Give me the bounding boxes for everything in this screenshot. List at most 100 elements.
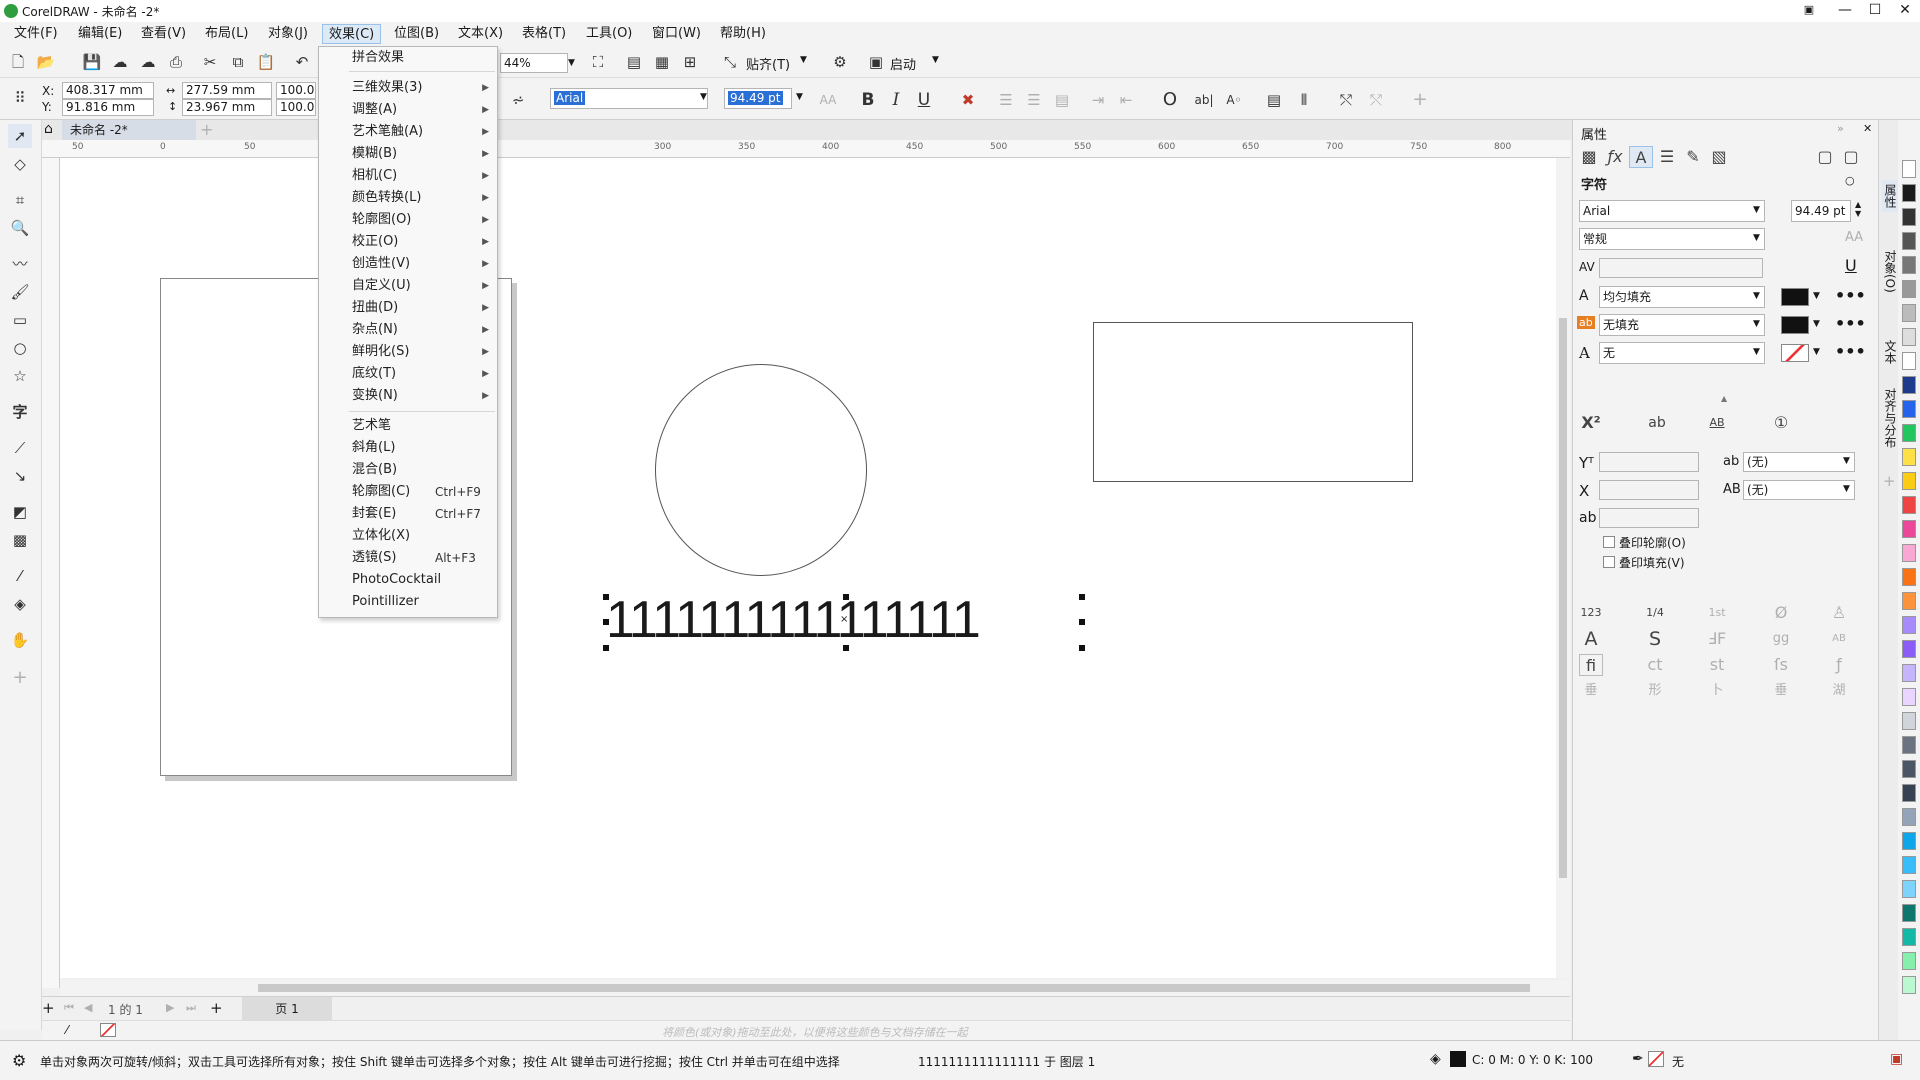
cjk-variant2-icon[interactable]: 卜 — [1705, 680, 1729, 702]
fill-color-picker[interactable] — [1781, 288, 1809, 306]
minimize-button[interactable]: — — [1830, 0, 1860, 22]
ordinals-icon[interactable]: 1st — [1705, 602, 1729, 624]
new-document-icon[interactable]: 🗋 — [6, 50, 30, 74]
last-page-icon[interactable]: ⏭ — [186, 1001, 196, 1015]
selection-handle[interactable] — [1079, 594, 1085, 600]
fill-type-field[interactable]: 均匀填充 — [1599, 286, 1765, 308]
docker-size-field[interactable]: 94.49 pt — [1791, 200, 1851, 222]
palette-swatch[interactable] — [1902, 832, 1916, 850]
menu-item-submenu[interactable]: 杂点(N) ▶ — [319, 319, 497, 341]
zoom-tool-icon[interactable]: 🔍 — [8, 216, 32, 240]
open-icon[interactable]: 📂 — [34, 50, 58, 74]
collapse-arrow-icon[interactable]: ▲ — [1721, 394, 1727, 403]
section-toggle-icon[interactable]: ○ — [1845, 174, 1855, 187]
menu-tools[interactable]: 工具(O) — [580, 24, 638, 44]
menu-item-submenu[interactable]: 自定义(U) ▶ — [319, 275, 497, 297]
small-caps-icon[interactable]: AB — [1827, 628, 1851, 650]
palette-swatch[interactable] — [1902, 280, 1916, 298]
font-scale-icon[interactable]: AA — [816, 88, 840, 112]
pattern-fill-icon[interactable]: ▩ — [1577, 146, 1601, 168]
selection-handle[interactable] — [603, 619, 609, 625]
palette-swatch[interactable] — [1902, 688, 1916, 706]
add-tool-icon[interactable]: + — [8, 666, 32, 690]
disabled-tool-icon[interactable]: ⤲ — [1364, 88, 1388, 112]
scale-y-field[interactable]: 100.0 — [276, 99, 316, 116]
stylistic-a-icon[interactable]: A — [1579, 628, 1603, 650]
overprint-outline-checkbox[interactable] — [1603, 536, 1615, 548]
menu-view[interactable]: 查看(V) — [135, 24, 192, 44]
background-fill-dropdown-icon[interactable]: ▼ — [1753, 319, 1760, 329]
strikeout-dropdown-icon[interactable]: ▼ — [1843, 456, 1850, 466]
fx-icon[interactable]: ƒx — [1603, 146, 1627, 168]
transparency-icon[interactable]: ▩ — [8, 528, 32, 552]
paste-icon[interactable]: 📋 — [254, 50, 278, 74]
swash-s-icon[interactable]: S — [1643, 628, 1667, 650]
outline-color-picker[interactable] — [1781, 344, 1809, 362]
palette-swatch[interactable] — [1902, 160, 1916, 178]
fill-color-dropdown-icon[interactable]: ▼ — [1813, 291, 1820, 301]
palette-swatch[interactable] — [1902, 208, 1916, 226]
eyedropper-icon[interactable]: ⁄ — [8, 564, 32, 588]
menu-object[interactable]: 对象(J) — [262, 24, 314, 44]
bullet-list-icon[interactable]: ☰ — [994, 88, 1018, 112]
full-screen-icon[interactable]: ⛶ — [586, 50, 610, 74]
palette-swatch[interactable] — [1902, 304, 1916, 322]
palette-swatch[interactable] — [1902, 880, 1916, 898]
menu-window[interactable]: 窗口(W) — [646, 24, 707, 44]
docker-font-field[interactable]: Arial — [1579, 200, 1765, 222]
drop-cap-icon[interactable]: ▤ — [1050, 88, 1074, 112]
palette-swatch[interactable] — [1902, 256, 1916, 274]
palette-swatch[interactable] — [1902, 736, 1916, 754]
font-style-field[interactable]: 常规 — [1579, 228, 1765, 250]
menu-item[interactable]: 封套(E) Ctrl+F7 — [319, 503, 497, 525]
lowercase-icon[interactable]: ab — [1645, 412, 1669, 434]
show-grid-icon[interactable]: ▦ — [650, 50, 674, 74]
f-italic-icon[interactable]: ƒ — [1827, 654, 1851, 676]
vertical-shift-field[interactable] — [1599, 452, 1699, 472]
palette-swatch[interactable] — [1902, 376, 1916, 394]
palette-swatch[interactable] — [1902, 520, 1916, 538]
eyedropper-small-icon[interactable]: ⁄ — [66, 1023, 68, 1037]
background-color-picker[interactable] — [1781, 316, 1809, 334]
font-list-field[interactable]: Arial — [550, 88, 708, 109]
menu-item-submenu[interactable]: 校正(O) ▶ — [319, 231, 497, 253]
selection-handle[interactable] — [603, 645, 609, 651]
image-tab-icon[interactable]: ▧ — [1707, 146, 1731, 168]
menu-text[interactable]: 文本(X) — [452, 24, 509, 44]
palette-swatch[interactable] — [1902, 352, 1916, 370]
maximize-button[interactable]: ☐ — [1860, 0, 1890, 22]
st-ligature-icon[interactable]: st — [1705, 654, 1729, 676]
outline-color-swatch[interactable] — [1648, 1051, 1664, 1067]
fill-type-dropdown-icon[interactable]: ▼ — [1753, 291, 1760, 301]
fractions-icon[interactable]: 1/4 — [1643, 602, 1667, 624]
selection-handle[interactable] — [603, 594, 609, 600]
object-origin-icon[interactable]: ⠿ — [8, 86, 32, 110]
palette-swatch[interactable] — [1902, 472, 1916, 490]
menu-item-flatten-effects[interactable]: 拼合效果 — [319, 47, 497, 69]
palette-swatch[interactable] — [1902, 664, 1916, 682]
restore-small-icon[interactable]: ▣ — [1794, 0, 1824, 22]
docker-font-dropdown-icon[interactable]: ▼ — [1753, 205, 1760, 215]
long-s-icon[interactable]: ſs — [1769, 654, 1793, 676]
clear-format-icon[interactable]: ✖ — [956, 88, 980, 112]
menu-item[interactable]: 斜角(L) — [319, 437, 497, 459]
vertical-text-icon[interactable]: ⫴ — [1292, 88, 1316, 112]
convert-curves-icon[interactable]: ⤲ — [1334, 88, 1358, 112]
scale-x-field[interactable]: 100.0 — [276, 82, 316, 99]
options-gear-icon[interactable]: ⚙ — [828, 50, 852, 74]
launch-icon[interactable]: ▣ — [864, 50, 888, 74]
font-dropdown-icon[interactable]: ▼ — [700, 92, 707, 102]
zoom-level-field[interactable]: 44% — [500, 53, 568, 73]
selection-handle[interactable] — [1079, 619, 1085, 625]
cjk-variant3-icon[interactable]: 垂 — [1769, 680, 1793, 702]
palette-swatch[interactable] — [1902, 712, 1916, 730]
background-more-icon[interactable]: ••• — [1835, 314, 1866, 333]
menu-item-submenu[interactable]: 创造性(V) ▶ — [319, 253, 497, 275]
dimension-tool-icon[interactable]: ⟋ — [8, 436, 32, 460]
cut-icon[interactable]: ✂ — [198, 50, 222, 74]
menu-item-submenu[interactable]: 底纹(T) ▶ — [319, 363, 497, 385]
font-style-dropdown-icon[interactable]: ▼ — [1753, 233, 1760, 243]
prev-page-icon[interactable]: ◀ — [84, 1001, 92, 1014]
frame2-icon[interactable]: ▢ — [1839, 146, 1863, 168]
opentype-icon[interactable]: O — [1158, 88, 1182, 112]
